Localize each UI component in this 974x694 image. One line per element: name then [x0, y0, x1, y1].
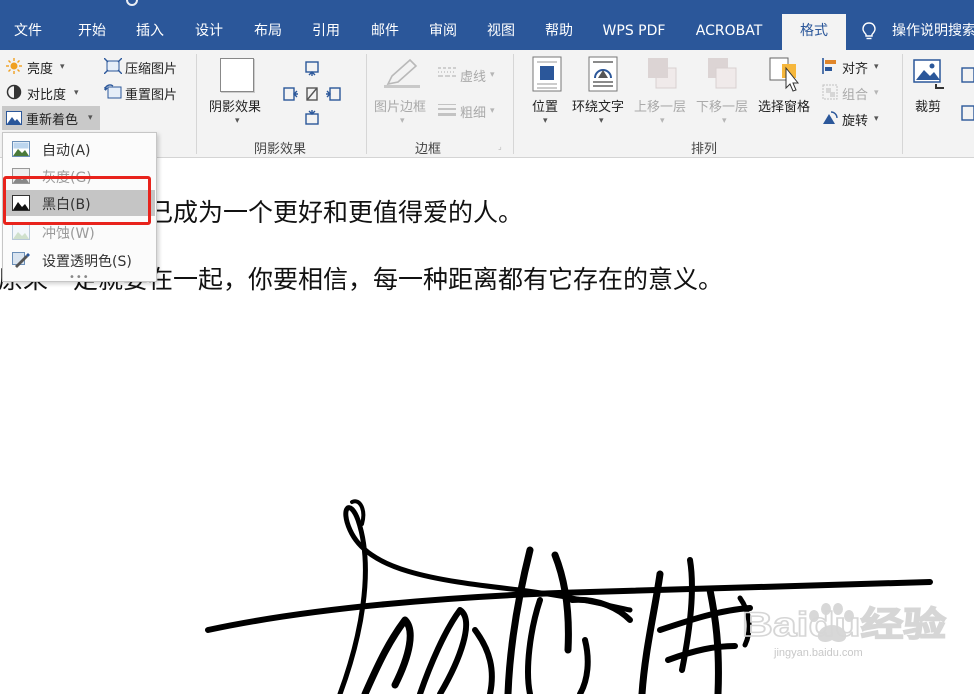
- reset-picture-icon: [104, 84, 122, 99]
- watermark-brand: Baidu经验: [742, 605, 946, 644]
- wrap-text-icon: [588, 56, 618, 92]
- shadow-nudge-icon[interactable]: [282, 58, 352, 130]
- group-divider: [196, 54, 197, 154]
- position-button[interactable]: 位置: [532, 96, 558, 115]
- tab-design[interactable]: 设计: [180, 14, 238, 48]
- chevron-down-icon: ▾: [490, 106, 495, 116]
- chevron-down-icon: ▾: [543, 116, 548, 126]
- recolor-icon: [6, 111, 22, 125]
- tab-insert[interactable]: 插入: [122, 14, 178, 48]
- chevron-down-icon: ▾: [660, 116, 665, 126]
- picture-washout-icon: [12, 224, 30, 240]
- picture-border-button[interactable]: 图片边框: [374, 96, 426, 115]
- weight-icon: [438, 104, 456, 116]
- tab-view[interactable]: 视图: [473, 14, 529, 48]
- chevron-down-icon: ▾: [60, 62, 65, 72]
- tab-home[interactable]: 开始: [64, 14, 120, 48]
- picture-border-icon: [384, 58, 420, 88]
- document-text-line: 己成为一个更好和更值得爱的人。: [148, 198, 524, 227]
- chevron-down-icon: ▾: [74, 88, 79, 98]
- shadow-effects-button[interactable]: 阴影效果: [209, 96, 261, 115]
- align-button[interactable]: 对齐: [842, 58, 868, 77]
- tab-acrobat[interactable]: ACROBAT: [686, 14, 772, 48]
- watermark-url: jingyan.baidu.com: [773, 647, 863, 659]
- bring-forward-button[interactable]: 上移一层: [634, 96, 686, 115]
- dashes-icon: [438, 67, 456, 77]
- send-backward-button[interactable]: 下移一层: [696, 96, 748, 115]
- quick-access-icon[interactable]: [126, 0, 138, 6]
- rotate-icon: [823, 111, 838, 124]
- brightness-icon: [6, 58, 22, 74]
- chevron-down-icon: ▾: [874, 88, 879, 98]
- compress-pictures-button[interactable]: 压缩图片: [125, 58, 177, 77]
- chevron-down-icon: ▾: [874, 114, 879, 124]
- wrap-text-button[interactable]: 环绕文字: [572, 96, 624, 115]
- chevron-down-icon: ▾: [874, 62, 879, 72]
- group-label-border: 边框: [414, 142, 441, 157]
- tab-references[interactable]: 引用: [298, 14, 354, 48]
- contrast-icon: [6, 84, 22, 100]
- lightbulb-icon: [862, 22, 876, 40]
- crop-icon: [913, 59, 944, 89]
- chevron-down-icon: ▾: [88, 113, 93, 123]
- crop-button[interactable]: 裁剪: [915, 96, 941, 115]
- dialog-launcher-icon[interactable]: ⌟: [498, 142, 502, 151]
- menu-resize-grip[interactable]: •••: [69, 272, 90, 283]
- compress-pictures-icon: [104, 58, 122, 74]
- recolor-button[interactable]: 重新着色 ▾: [2, 106, 100, 130]
- position-icon: [532, 56, 562, 92]
- shadow-effects-icon: [220, 58, 254, 92]
- size-icon: [961, 67, 974, 121]
- selection-pane-icon: [769, 57, 800, 92]
- tab-file[interactable]: 文件: [2, 14, 54, 48]
- tab-format[interactable]: 格式: [782, 14, 846, 50]
- bring-forward-icon: [648, 58, 677, 89]
- tab-layout[interactable]: 布局: [240, 14, 296, 48]
- send-backward-icon: [708, 58, 737, 89]
- menu-item-set-transparent[interactable]: 设置透明色(S): [4, 247, 155, 273]
- brightness-button[interactable]: 亮度: [27, 58, 53, 77]
- contrast-button[interactable]: 对比度: [27, 84, 66, 103]
- tell-me-search[interactable]: 操作说明搜索: [892, 14, 974, 48]
- tab-wps-pdf[interactable]: WPS PDF: [592, 14, 676, 48]
- group-objects-icon: [822, 84, 838, 100]
- dashes-button[interactable]: 虚线: [460, 66, 486, 85]
- rotate-button[interactable]: 旋转: [842, 110, 868, 129]
- align-icon: [822, 58, 836, 74]
- group-divider: [902, 54, 903, 154]
- weight-button[interactable]: 粗细: [460, 102, 486, 121]
- chevron-down-icon: ▾: [599, 116, 604, 126]
- group-button[interactable]: 组合: [842, 84, 868, 103]
- reset-picture-button[interactable]: 重置图片: [125, 84, 177, 103]
- ribbon-tab-bar: 文件 开始 插入 设计 布局 引用 邮件 审阅 视图 帮助 WPS PDF AC…: [0, 0, 974, 50]
- picture-auto-icon: [12, 141, 30, 157]
- group-label-shadow: 阴影效果: [253, 142, 306, 157]
- chevron-down-icon: ▾: [722, 116, 727, 126]
- selection-pane-button[interactable]: 选择窗格: [758, 96, 810, 115]
- group-label-arrange: 排列: [690, 142, 717, 157]
- tab-mailings[interactable]: 邮件: [356, 14, 414, 48]
- chevron-down-icon: ▾: [400, 116, 405, 126]
- set-transparent-icon: [12, 252, 30, 268]
- tab-review[interactable]: 审阅: [415, 14, 471, 48]
- group-divider: [366, 54, 367, 154]
- menu-item-auto[interactable]: 自动(A): [4, 136, 155, 162]
- recolor-label: 重新着色: [26, 113, 79, 128]
- chevron-down-icon: ▾: [490, 70, 495, 80]
- chevron-down-icon: ▾: [235, 116, 240, 126]
- baidu-watermark-logo: Baidu经验 jingyan.baidu.com: [742, 603, 947, 659]
- tab-help[interactable]: 帮助: [531, 14, 587, 48]
- annotation-highlight-box: [3, 176, 151, 225]
- group-divider: [513, 54, 514, 154]
